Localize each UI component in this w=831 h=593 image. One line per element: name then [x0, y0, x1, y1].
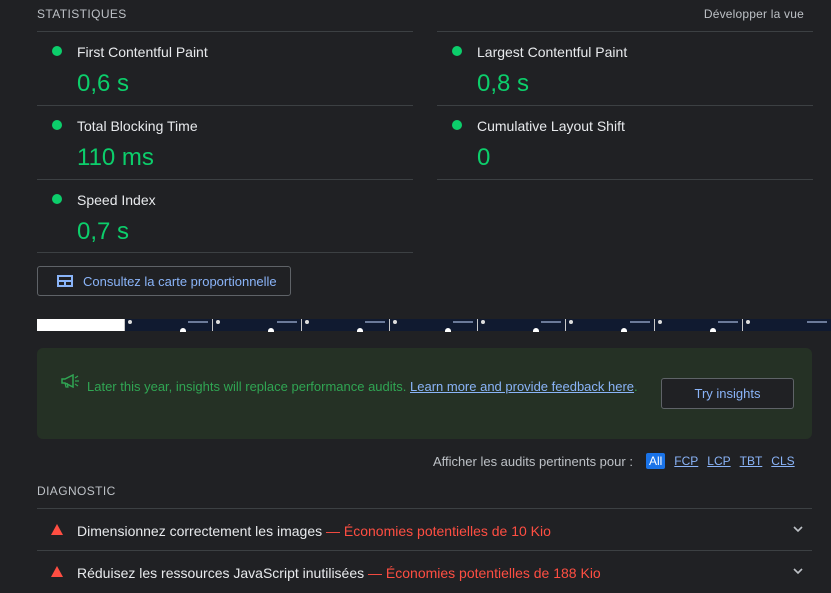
filmstrip-frame: [566, 319, 655, 332]
metric-value: 0,6 s: [77, 70, 130, 97]
filter-chip-tbt[interactable]: TBT: [740, 454, 763, 468]
chevron-down-icon[interactable]: [792, 565, 804, 577]
metric-label: Speed Index: [77, 192, 156, 208]
button-label: Consultez la carte proportionnelle: [83, 273, 277, 289]
treemap-icon: [57, 275, 73, 287]
chevron-down-icon[interactable]: [792, 523, 804, 535]
pass-indicator-icon: [452, 46, 462, 56]
section-title: STATISTIQUES: [37, 7, 127, 21]
filmstrip-frame: [301, 319, 390, 332]
filmstrip-frame: [742, 319, 831, 331]
insights-text: Later this year, insights will replace p…: [87, 379, 410, 394]
try-insights-button[interactable]: Try insights: [661, 378, 794, 409]
metric-value: 0,7 s: [77, 218, 130, 245]
audit-filter: Afficher les audits pertinents pour : Al…: [433, 453, 795, 469]
pass-indicator-icon: [52, 46, 62, 56]
audit-savings: — Économies potentielles de 10 Kio: [322, 523, 551, 539]
filter-label: Afficher les audits pertinents pour :: [433, 453, 633, 469]
filmstrip-frame: [125, 319, 214, 332]
audit-savings: — Économies potentielles de 188 Kio: [364, 565, 601, 581]
pass-indicator-icon: [452, 120, 462, 130]
metric-cls: Cumulative Layout Shift 0: [437, 106, 813, 179]
audit-title: Réduisez les ressources JavaScript inuti…: [77, 565, 601, 581]
insights-banner: Later this year, insights will replace p…: [37, 348, 812, 439]
filter-chip-cls[interactable]: CLS: [771, 454, 794, 468]
pass-indicator-icon: [52, 120, 62, 130]
metric-value: 110 ms: [77, 144, 154, 171]
audit-title: Dimensionnez correctement les images — É…: [77, 523, 551, 539]
metric-value: 0: [477, 144, 491, 171]
metric-speed-index: Speed Index 0,7 s: [37, 180, 413, 253]
metric-value: 0,8 s: [477, 70, 530, 97]
metric-tbt: Total Blocking Time 110 ms: [37, 106, 413, 179]
warning-triangle-icon: [51, 524, 63, 535]
view-treemap-button[interactable]: Consultez la carte proportionnelle: [37, 266, 291, 296]
pass-indicator-icon: [52, 194, 62, 204]
audit-name: Dimensionnez correctement les images: [77, 523, 323, 539]
filmstrip-frame: [478, 319, 567, 332]
audit-name: Réduisez les ressources JavaScript inuti…: [77, 565, 365, 581]
learn-more-link[interactable]: Learn more and provide feedback here: [410, 379, 634, 394]
audit-item[interactable]: Réduisez les ressources JavaScript inuti…: [37, 551, 812, 593]
metric-lcp: Largest Contentful Paint 0,8 s: [437, 32, 813, 105]
divider: [437, 179, 813, 180]
warning-triangle-icon: [51, 566, 63, 577]
metric-fcp: First Contentful Paint 0,6 s: [37, 32, 413, 105]
metric-label: Largest Contentful Paint: [477, 44, 628, 60]
filter-chip-lcp[interactable]: LCP: [707, 454, 730, 468]
diagnostic-title: DIAGNOSTIC: [37, 484, 116, 498]
filter-chip-fcp[interactable]: FCP: [674, 454, 698, 468]
filmstrip-frame: [654, 319, 743, 332]
metric-label: First Contentful Paint: [77, 44, 208, 60]
filmstrip-frame: [37, 319, 126, 331]
expand-view-toggle[interactable]: Développer la vue: [704, 7, 804, 21]
filmstrip-frame: [213, 319, 302, 332]
metric-label: Cumulative Layout Shift: [477, 118, 625, 134]
filter-chip-all[interactable]: All: [645, 453, 666, 469]
metric-label: Total Blocking Time: [77, 118, 198, 134]
insights-message: Later this year, insights will replace p…: [87, 379, 638, 394]
filmstrip: [37, 319, 831, 332]
filmstrip-frame: [389, 319, 479, 332]
divider: [37, 252, 413, 253]
audit-item[interactable]: Dimensionnez correctement les images — É…: [37, 509, 812, 551]
